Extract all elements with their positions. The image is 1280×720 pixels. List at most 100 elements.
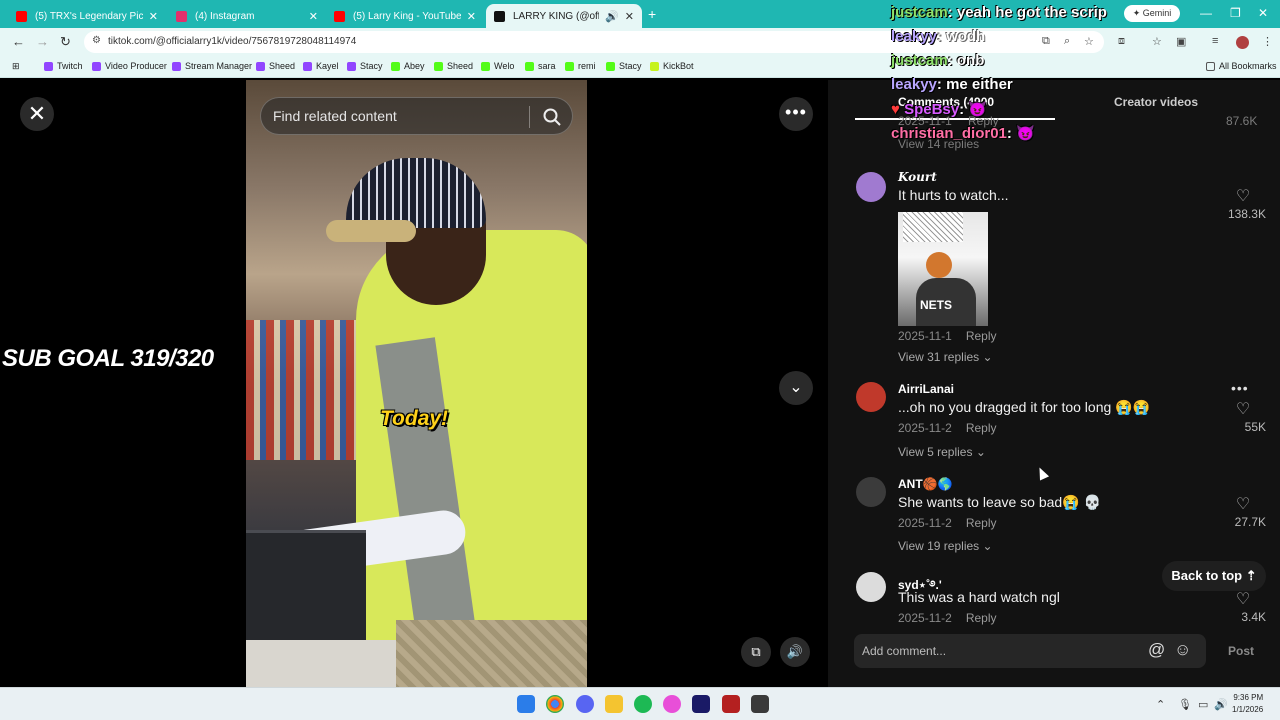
volume-icon[interactable]: 🔊 (780, 637, 810, 667)
tab-trx-youtube[interactable]: (5) TRX's Legendary Pickup Tru ✕ (8, 4, 166, 28)
chrome-icon[interactable] (546, 695, 564, 713)
reply-button[interactable]: Reply (966, 329, 997, 343)
profile-avatar[interactable] (1236, 36, 1249, 49)
video-frame[interactable] (246, 80, 587, 687)
tiktok-icon (494, 10, 505, 22)
like-heart-icon[interactable]: ♡ (1233, 186, 1253, 206)
add-comment-input[interactable]: Add comment... @ ☺ (854, 634, 1206, 668)
comment-username[interactable]: Kourt (898, 170, 937, 184)
close-tab-icon[interactable]: ✕ (467, 10, 476, 23)
post-button[interactable]: Post (1228, 644, 1254, 658)
like-heart-icon[interactable]: ♡ (1233, 589, 1253, 609)
microphone-icon[interactable]: 🎙 (1178, 698, 1192, 711)
spotify-icon[interactable] (634, 695, 652, 713)
comment-gif-image[interactable]: NETS (898, 212, 988, 326)
view-replies-button[interactable]: View 5 replies ⌄ (898, 445, 986, 459)
kick-icon (525, 61, 534, 71)
search-icon[interactable] (542, 107, 562, 127)
bookmark-kayel[interactable]: Kayel (303, 61, 339, 71)
reply-button[interactable]: Reply (966, 421, 997, 435)
system-clock[interactable]: 9:36 PM 1/1/2026 (1232, 692, 1263, 716)
new-tab-button[interactable]: + (648, 6, 656, 22)
chat-message: justcam: yeah he got the scrip (891, 4, 1107, 21)
mention-icon[interactable]: @ (1148, 640, 1165, 660)
chat-message: leakyy: me either (891, 76, 1013, 93)
comment-text: It hurts to watch... (898, 187, 1009, 203)
tab-title: LARRY KING (@officialarry1 (513, 10, 600, 22)
back-to-top-button[interactable]: Back to top ⇡ (1162, 561, 1266, 591)
bookmark-video-producer[interactable]: Video Producer (92, 61, 167, 71)
file-explorer-icon[interactable] (605, 695, 623, 713)
emoji-icon[interactable]: ☺ (1174, 640, 1191, 660)
url-text: tiktok.com/@officialarry1k/video/7567819… (108, 36, 357, 47)
apps-grid-icon[interactable]: ⊞ (12, 61, 20, 72)
copilot-icon[interactable] (663, 695, 681, 713)
tab-larry-youtube[interactable]: (5) Larry King - YouTube ✕ (326, 4, 484, 28)
bookmark-twitch[interactable]: Twitch (44, 61, 83, 71)
tab-tiktok-active[interactable]: LARRY KING (@officialarry1 🔊 ✕ (486, 4, 642, 28)
like-heart-icon[interactable]: ♡ (1233, 399, 1253, 419)
clock-date: 1/1/2026 (1232, 705, 1264, 714)
close-video-button[interactable]: ✕ (20, 97, 54, 131)
tray-chevron-icon[interactable]: ⌃ (1156, 698, 1165, 711)
bookmark-remi[interactable]: remi (565, 61, 596, 71)
bookmark-sheed[interactable]: Sheed (256, 61, 295, 71)
comment-meta: 2025-11-2 Reply (898, 516, 997, 530)
kick-icon (606, 61, 615, 71)
close-window-icon[interactable]: ✕ (1258, 6, 1268, 20)
avatar[interactable] (856, 172, 886, 202)
basketball (926, 252, 952, 278)
bookmark-kickbot[interactable]: KickBot (650, 61, 694, 71)
comment-more-icon[interactable]: ••• (1231, 380, 1249, 396)
comment-meta: 2025-11-2 Reply (898, 611, 997, 625)
view-replies-button[interactable]: View 31 replies ⌄ (898, 350, 993, 364)
discord-icon[interactable] (576, 695, 594, 713)
speaker-tray-icon[interactable]: 🔊 (1214, 698, 1228, 711)
bookmark-abey[interactable]: Abey (391, 61, 425, 71)
all-bookmarks[interactable]: All Bookmarks (1206, 61, 1277, 71)
reply-button[interactable]: Reply (966, 611, 997, 625)
find-related-search[interactable]: Find related content (260, 97, 573, 135)
site-info-icon[interactable]: ⚙ (92, 35, 101, 46)
capture-app-icon[interactable] (722, 695, 740, 713)
bookmark-stream-manager[interactable]: Stream Manager (172, 61, 252, 71)
back-arrow-icon[interactable]: ← (12, 34, 25, 49)
reload-icon[interactable]: ↻ (60, 34, 71, 50)
reply-button[interactable]: Reply (966, 516, 997, 530)
forward-arrow-icon[interactable]: → (36, 34, 49, 49)
bookmark-stacy[interactable]: Stacy (347, 61, 383, 71)
bookmark-sheed-kick[interactable]: Sheed (434, 61, 473, 71)
striped-cap (346, 158, 486, 228)
bookmark-sara[interactable]: sara (525, 61, 556, 71)
close-tab-icon[interactable]: ✕ (149, 10, 158, 23)
more-options-icon[interactable]: ••• (779, 97, 813, 131)
next-video-chevron-icon[interactable]: ⌄ (779, 371, 813, 405)
tab-search-icon[interactable]: ≡ (1212, 35, 1218, 47)
bookmark-welo[interactable]: Welo (481, 61, 514, 71)
avatar[interactable] (856, 477, 886, 507)
bookmark-stacy-kick[interactable]: Stacy (606, 61, 642, 71)
close-tab-icon[interactable]: ✕ (625, 10, 634, 23)
windows-start-icon[interactable] (517, 695, 535, 713)
picture-in-picture-icon[interactable]: ⧉ (741, 637, 771, 667)
tab-instagram[interactable]: (4) Instagram ✕ (168, 4, 326, 28)
twitch-icon (44, 61, 53, 71)
close-tab-icon[interactable]: ✕ (309, 10, 318, 23)
stream-chat-overlay: justcam: yeah he got the scrip leakyy: w… (891, 4, 1191, 144)
view-replies-button[interactable]: View 19 replies ⌄ (898, 539, 993, 553)
store-shelf (246, 320, 366, 460)
menu-icon[interactable]: ⋮ (1262, 35, 1273, 48)
speaker-icon[interactable]: 🔊 (605, 10, 619, 23)
folder-icon (1206, 61, 1215, 71)
gemini-button[interactable]: ✦ Gemini (1124, 5, 1180, 22)
minimize-icon[interactable]: — (1200, 6, 1212, 20)
avatar[interactable] (856, 382, 886, 412)
premiere-icon[interactable] (692, 695, 710, 713)
display-icon[interactable]: ▭ (1198, 698, 1208, 711)
avatar[interactable] (856, 572, 886, 602)
like-heart-icon[interactable]: ♡ (1233, 494, 1253, 514)
maximize-icon[interactable]: ❐ (1230, 6, 1241, 20)
comment-username[interactable]: AirriLanai (898, 382, 954, 396)
comment-username[interactable]: ANT🏀🌎 (898, 477, 953, 491)
terminal-app-icon[interactable] (751, 695, 769, 713)
